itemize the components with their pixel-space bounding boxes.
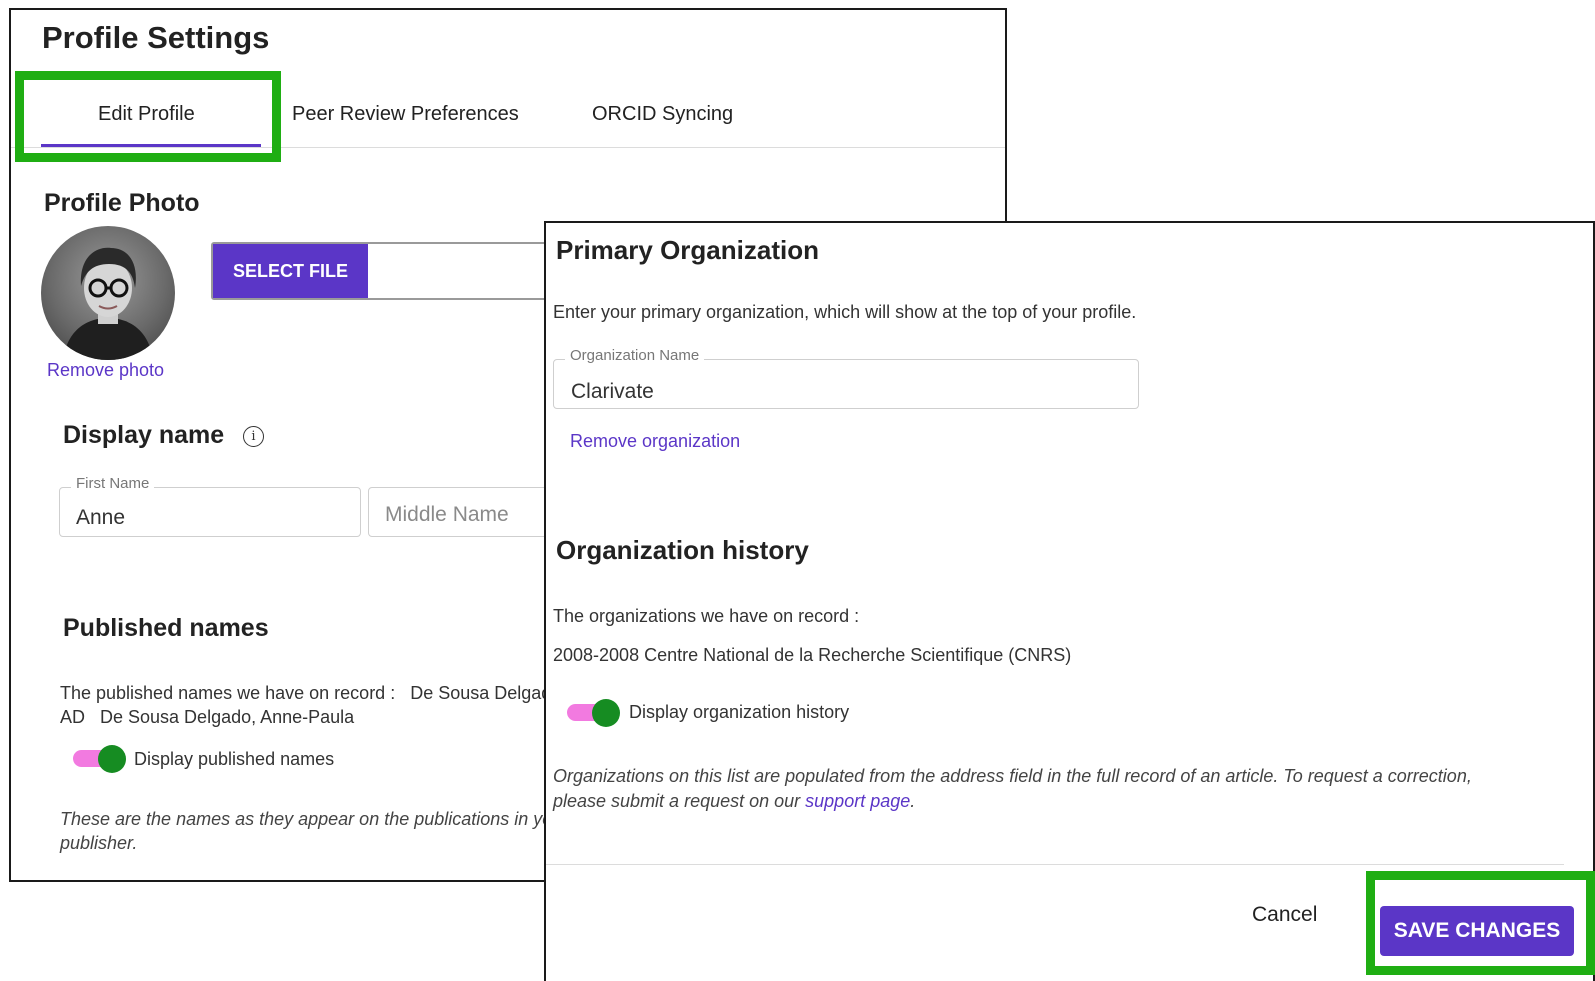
organization-history-entry: 2008-2008 Centre National de la Recherch… [553,645,1072,665]
edit-profile-highlight [15,71,281,162]
page-title: Profile Settings [42,20,270,55]
toggle-knob [98,745,126,773]
tab-peer-review-preferences[interactable]: Peer Review Preferences [292,103,519,126]
select-file-button[interactable]: SELECT FILE [213,244,368,298]
organization-panel: Primary Organization Enter your primary … [544,221,1595,981]
middle-name-placeholder: Middle Name [385,503,509,526]
display-organization-history-label: Display organization history [629,702,850,722]
remove-photo-link[interactable]: Remove photo [47,360,164,381]
display-name-title: Display name [63,421,225,449]
remove-organization-link[interactable]: Remove organization [570,431,740,452]
primary-organization-title: Primary Organization [556,235,819,265]
toggle-knob [592,699,620,727]
cancel-button[interactable]: Cancel [1252,903,1317,927]
organization-history-note-line-2: please submit a request on our support p… [553,789,915,814]
display-published-names-toggle[interactable] [73,745,126,773]
info-icon[interactable]: i [243,426,264,447]
published-names-note-line-2: publisher. [60,833,138,853]
avatar-portrait-icon [63,247,153,360]
primary-organization-description: Enter your primary organization, which w… [553,302,1137,322]
display-organization-history-toggle[interactable] [567,699,620,727]
profile-photo-title: Profile Photo [44,189,200,217]
organization-history-note-line-1: Organizations on this list are populated… [553,766,1472,786]
first-name-field[interactable]: First Name Anne [59,475,361,537]
note-suffix: . [910,791,916,811]
first-name-value: Anne [76,506,126,529]
display-published-names-label: Display published names [134,749,335,769]
organization-history-title: Organization history [556,535,809,565]
save-changes-highlight [1366,871,1595,975]
published-names-record-line-2: AD De Sousa Delgado, Anne-Paula [60,707,355,727]
first-name-label: First Name [71,475,155,492]
file-upload-group: SELECT FILE [211,242,571,300]
avatar [41,226,175,360]
support-page-link[interactable]: support page [805,791,910,811]
organization-name-field[interactable]: Organization Name Clarivate [553,347,1139,409]
organization-name-value: Clarivate [571,380,654,403]
published-names-record-line-1: The published names we have on record : … [60,683,562,703]
actions-divider [546,864,1564,865]
tab-orcid-syncing[interactable]: ORCID Syncing [592,103,733,126]
published-names-note-line-1: These are the names as they appear on th… [60,809,563,829]
published-names-title: Published names [63,614,269,642]
organization-name-label: Organization Name [565,347,705,364]
middle-name-field[interactable]: Middle Name [368,487,568,537]
note-prefix: please submit a request on our [553,791,806,811]
organization-history-intro: The organizations we have on record : [553,606,860,626]
